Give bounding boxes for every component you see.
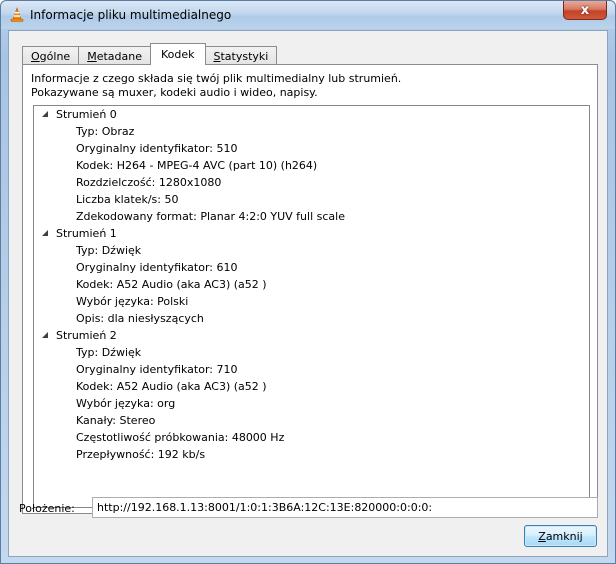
tab-metadata[interactable]: Metadane (78, 46, 151, 65)
stream-property: Kodek: A52 Audio (aka AC3) (a52 ) (76, 278, 267, 291)
codec-description: Informacje z czego składa się twój plik … (31, 72, 401, 100)
tab-label: etadane (96, 49, 142, 63)
expanded-triangle-icon[interactable] (41, 110, 50, 119)
codec-tab-panel: Informacje z czego składa się twój plik … (22, 64, 598, 514)
title-bar[interactable]: Informacje pliku multimedialnego x (1, 1, 615, 29)
stream-property: Oryginalny identyfikator: 710 (76, 363, 238, 376)
close-mnemonic: Z (538, 529, 546, 543)
tab-general[interactable]: Ogólne (22, 46, 80, 65)
dialog-window: Informacje pliku multimedialnego x Ogóln… (0, 0, 616, 564)
stream-title: Strumień 1 (56, 227, 117, 240)
stream-tree[interactable]: Strumień 0 Typ: Obraz Oryginalny identyfik… (33, 105, 590, 508)
stream-property: Typ: Dźwięk (76, 244, 142, 257)
stream-property: Liczba klatek/s: 50 (76, 193, 179, 206)
tab-label: tatystyki (220, 49, 269, 63)
description-line-2: Pokazywane są muxer, kodeki audio i wide… (31, 86, 318, 99)
stream-title: Strumień 2 (56, 329, 117, 342)
stream-property: Rozdzielczość: 1280x1080 (76, 176, 222, 189)
tab-mnemonic: S (213, 49, 221, 63)
tab-statistics[interactable]: Statystyki (204, 46, 278, 65)
tab-label: gólne (39, 49, 71, 63)
stream-property: Zdekodowany format: Planar 4:2:0 YUV ful… (76, 210, 345, 223)
location-label: Położenie: (19, 502, 75, 515)
vlc-cone-icon (9, 7, 25, 23)
stream-property: Oryginalny identyfikator: 610 (76, 261, 238, 274)
description-line-1: Informacje z czego składa się twój plik … (31, 72, 402, 85)
expanded-triangle-icon[interactable] (41, 229, 50, 238)
close-icon: x (580, 2, 590, 18)
stream-property: Typ: Obraz (76, 125, 135, 138)
tab-codec[interactable]: Kodek (149, 43, 206, 65)
tab-mnemonic: O (31, 49, 40, 63)
window-close-button[interactable]: x (563, 1, 607, 20)
tab-label: Kodek (160, 48, 195, 61)
close-label: amknij (545, 529, 583, 543)
location-field[interactable] (92, 497, 598, 518)
stream-property: Kodek: A52 Audio (aka AC3) (a52 ) (76, 380, 267, 393)
dialog-client-area: Ogólne Metadane Kodek Statystyki Informa… (8, 30, 608, 557)
stream-property: Częstotliwość próbkowania: 48000 Hz (76, 431, 285, 444)
stream-property: Typ: Dźwięk (76, 346, 142, 359)
window-title: Informacje pliku multimedialnego (30, 8, 232, 22)
tab-mnemonic: M (87, 49, 97, 63)
stream-property: Opis: dla niesłyszących (76, 312, 204, 325)
stream-title: Strumień 0 (56, 108, 117, 121)
expanded-triangle-icon[interactable] (41, 331, 50, 340)
stream-property: Wybór języka: Polski (76, 295, 189, 308)
stream-property: Przepływność: 192 kb/s (76, 448, 206, 461)
stream-property: Kanały: Stereo (76, 414, 156, 427)
stream-property: Wybór języka: org (76, 397, 176, 410)
close-button[interactable]: Zamknij (524, 525, 597, 547)
stream-property: Kodek: H264 - MPEG-4 AVC (part 10) (h264… (76, 159, 318, 172)
stream-property: Oryginalny identyfikator: 510 (76, 142, 238, 155)
tab-strip: Ogólne Metadane Kodek Statystyki (22, 43, 278, 65)
